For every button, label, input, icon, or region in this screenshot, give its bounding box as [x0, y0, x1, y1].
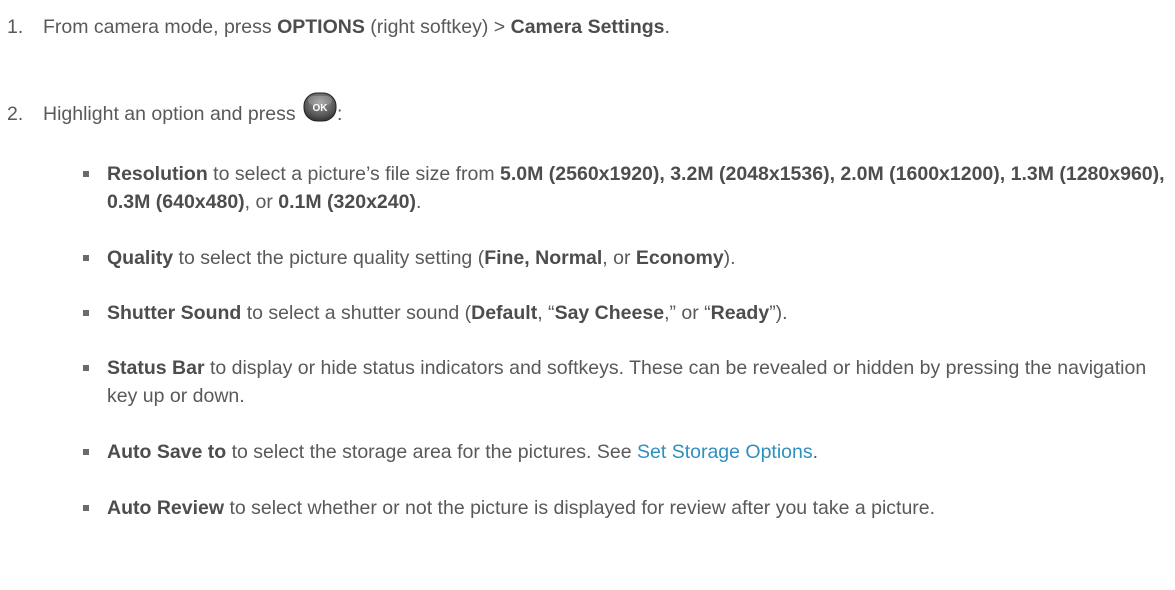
bullet-marker: [83, 355, 97, 381]
option-text: ”).: [769, 302, 788, 324]
option-values: Ready: [710, 302, 770, 324]
option-values: Say Cheese: [554, 302, 665, 324]
step-1: 1. From camera mode, press OPTIONS (right…: [7, 14, 670, 40]
options-softkey-label: OPTIONS: [277, 16, 365, 38]
bullet-marker: [83, 245, 97, 271]
option-text: , or: [602, 247, 636, 269]
option-name: Shutter Sound: [107, 302, 242, 324]
step-text: .: [664, 16, 670, 38]
step-number: 2.: [7, 103, 24, 125]
bullet-marker: [83, 300, 97, 326]
option-text: .: [415, 191, 422, 213]
step-number: 1.: [7, 16, 24, 38]
option-text: to select a shutter sound (: [241, 302, 472, 324]
option-text: to select whether or not the picture is …: [224, 497, 936, 519]
page: { "step1": { "num": "1.", "t1": "From ca…: [0, 0, 1175, 590]
step-text: From camera mode, press: [43, 16, 278, 38]
option-text: to select the storage area for the pictu…: [226, 441, 638, 463]
bullet-marker: [83, 439, 97, 465]
bullet-auto-save: Auto Save to to select the storage area …: [107, 438, 1167, 466]
option-text: to select the picture quality setting (: [173, 247, 485, 269]
ok-key-icon: OK: [303, 92, 337, 122]
option-text: to select a picture’s file size from: [207, 163, 501, 185]
option-text: .: [812, 441, 819, 463]
step-2: 2. Highlight an option and press OK :: [7, 92, 342, 127]
bullet-marker: [83, 495, 97, 521]
step-text: (right softkey) >: [364, 16, 511, 38]
option-values: Default: [471, 302, 538, 324]
bullet-quality: Quality to select the picture quality se…: [107, 244, 1167, 272]
step-text: :: [337, 103, 343, 125]
option-text: , “: [537, 302, 555, 324]
option-name: Auto Review: [107, 497, 225, 519]
bullet-shutter-sound: Shutter Sound to select a shutter sound …: [107, 299, 1167, 327]
camera-settings-label: Camera Settings: [510, 16, 665, 38]
option-text: to display or hide status indicators and…: [107, 357, 1147, 407]
ok-key-label: OK: [313, 103, 329, 114]
set-storage-options-link[interactable]: Set Storage Options: [637, 441, 813, 463]
bullet-status-bar: Status Bar to display or hide status ind…: [107, 354, 1167, 410]
bullet-resolution: Resolution to select a picture’s file si…: [107, 160, 1167, 216]
option-values: 0.1M (320x240): [278, 191, 416, 213]
option-name: Quality: [107, 247, 174, 269]
option-text: ,” or “: [664, 302, 711, 324]
option-values: Economy: [635, 247, 724, 269]
option-name: Resolution: [107, 163, 208, 185]
option-name: Auto Save to: [107, 441, 227, 463]
bullet-auto-review: Auto Review to select whether or not the…: [107, 494, 1167, 522]
bullet-marker: [83, 161, 97, 187]
option-name: Status Bar: [107, 357, 205, 379]
option-text: , or: [244, 191, 279, 213]
option-values: Fine, Normal: [484, 247, 603, 269]
step-text: Highlight an option and press: [43, 103, 302, 125]
option-text: ).: [723, 247, 736, 269]
